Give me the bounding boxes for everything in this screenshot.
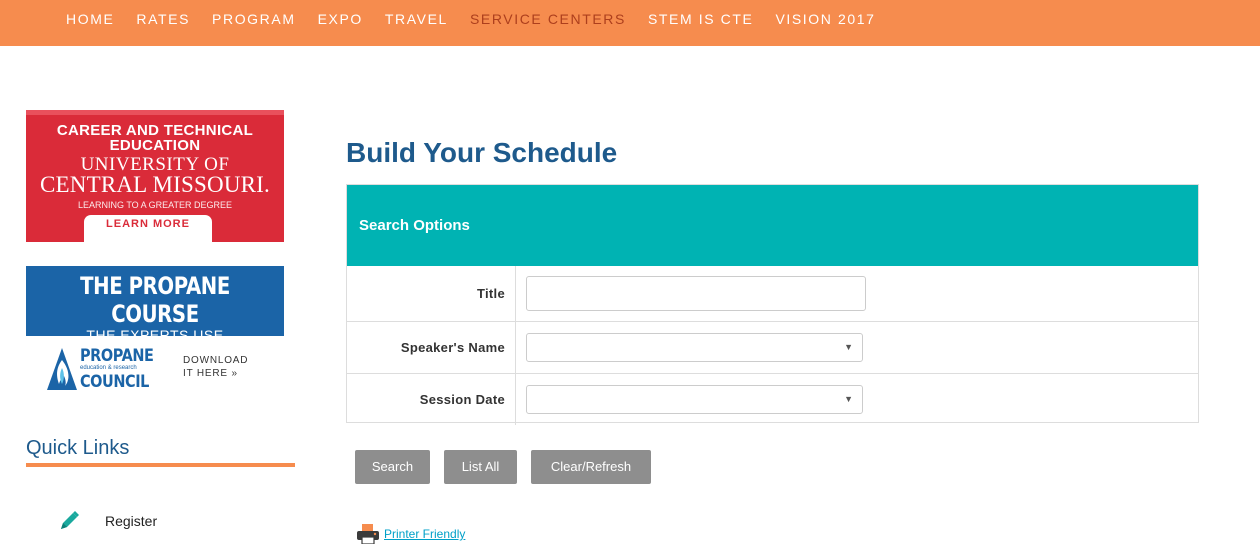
nav-item-expo[interactable]: EXPO (318, 10, 363, 28)
propane-logo-word2: COUNCIL (80, 372, 149, 392)
session-date-select[interactable]: ▼ (526, 385, 863, 414)
printer-friendly-link[interactable]: Printer Friendly (384, 527, 465, 541)
title-row: Title (347, 266, 1198, 321)
title-label: Title (347, 266, 516, 321)
title-input[interactable] (526, 276, 866, 311)
quick-link-register[interactable]: Register (58, 510, 157, 532)
search-actions: Search List All Clear/Refresh (355, 450, 665, 484)
nav-item-vision-2017[interactable]: VISION 2017 (775, 10, 875, 28)
top-nav: HOME RATES PROGRAM EXPO TRAVEL SERVICE C… (0, 0, 1260, 46)
quick-link-register-label: Register (105, 513, 158, 529)
quick-links-divider (26, 463, 295, 467)
propane-council-logo: PROPANE education & research COUNCIL (46, 346, 186, 396)
nav-item-program[interactable]: PROGRAM (212, 10, 296, 28)
chevron-down-icon: ▼ (844, 342, 853, 352)
session-date-row: Session Date ▼ (347, 373, 1198, 425)
propane-ad-banner[interactable]: THE PROPANE COURSE THE EXPERTS USE PROPA… (26, 266, 284, 412)
session-date-label: Session Date (347, 374, 516, 425)
nav-list: HOME RATES PROGRAM EXPO TRAVEL SERVICE C… (66, 10, 898, 28)
ucm-ad-banner[interactable]: CAREER AND TECHNICAL EDUCATION UNIVERSIT… (26, 110, 284, 242)
speaker-select[interactable]: ▼ (526, 333, 863, 362)
ucm-ad-line4: CENTRAL MISSOURI. (39, 172, 270, 197)
search-options-heading: Search Options (347, 185, 1198, 266)
nav-item-home[interactable]: HOME (66, 10, 114, 28)
clear-refresh-button[interactable]: Clear/Refresh (531, 450, 651, 484)
ucm-learn-more-button[interactable]: LEARN MORE (84, 215, 212, 242)
page-title: Build Your Schedule (346, 137, 618, 168)
nav-item-service-centers[interactable]: SERVICE CENTERS (470, 10, 626, 28)
search-options-panel: Search Options Title Speaker's Name ▼ Se… (346, 184, 1199, 425)
download-line2: IT HERE » (183, 368, 238, 379)
propane-ad-subhead: THE EXPERTS USE (86, 327, 224, 343)
search-button[interactable]: Search (355, 450, 430, 484)
speaker-label: Speaker's Name (347, 322, 516, 373)
quick-links-title: Quick Links (26, 437, 130, 459)
pencil-icon (61, 511, 79, 529)
propane-logo-word1: PROPANE (80, 346, 154, 366)
flame-icon (47, 348, 77, 390)
printer-icon (357, 524, 379, 544)
speaker-row: Speaker's Name ▼ (347, 321, 1198, 373)
ucm-ad-tagline: LEARNING TO A GREATER DEGREE (77, 200, 233, 210)
list-all-button[interactable]: List All (444, 450, 517, 484)
nav-item-stem-is-cte[interactable]: STEM IS CTE (648, 10, 754, 28)
nav-item-rates[interactable]: RATES (136, 10, 190, 28)
nav-item-travel[interactable]: TRAVEL (385, 10, 448, 28)
chevron-down-icon: ▼ (844, 394, 853, 404)
printer-friendly: Printer Friendly (356, 523, 465, 544)
propane-ad-band: THE PROPANE COURSE THE EXPERTS USE (26, 266, 284, 343)
ucm-ad-line1: CAREER AND TECHNICAL (56, 122, 254, 139)
ucm-ad-line2: EDUCATION (109, 137, 201, 154)
propane-logo-small: education & research (80, 365, 137, 371)
propane-download-link[interactable]: DOWNLOAD IT HERE » (183, 354, 248, 380)
propane-ad-headline: THE PROPANE COURSE (80, 272, 230, 328)
download-line1: DOWNLOAD (183, 355, 249, 366)
